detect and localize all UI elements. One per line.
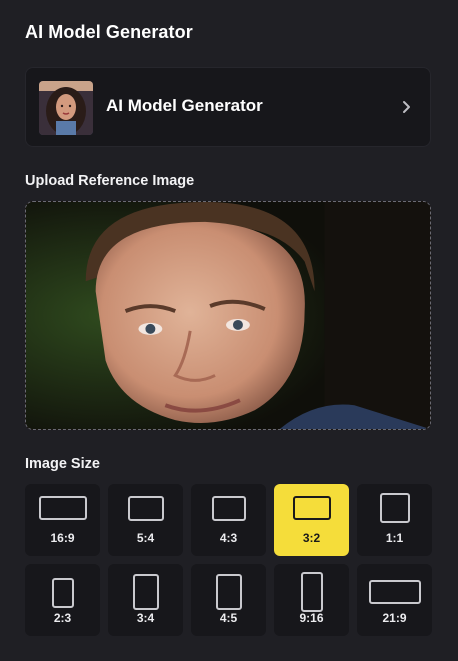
size-option-2-3[interactable]: 2:3	[25, 564, 100, 636]
aspect-1-1-icon	[379, 493, 410, 523]
size-option-label: 3:2	[302, 531, 321, 545]
panel-title: AI Model Generator	[25, 22, 193, 42]
size-option-3-4[interactable]: 3:4	[108, 564, 183, 636]
size-option-4-5[interactable]: 4:5	[191, 564, 266, 636]
size-option-21-9[interactable]: 21:9	[357, 564, 432, 636]
size-option-5-4[interactable]: 5:4	[108, 484, 183, 556]
size-option-label: 21:9	[382, 611, 407, 625]
size-option-label: 5:4	[136, 531, 155, 545]
size-option-label: 1:1	[385, 531, 404, 545]
image-size-grid: 16:9 5:4 4:3 3:2 1:1 2:3 3:4 4:5 9:16 21…	[25, 484, 433, 652]
aspect-4-3-icon	[211, 496, 246, 521]
chevron-right-icon	[400, 96, 414, 118]
size-option-label: 16:9	[50, 531, 75, 545]
aspect-3-4-icon	[132, 574, 159, 610]
aspect-9-16-icon	[300, 572, 323, 612]
generator-panel: AI Model Generator AI Model Generator Up…	[0, 0, 458, 661]
model-thumbnail	[39, 81, 93, 135]
size-option-3-2[interactable]: 3:2	[274, 484, 349, 556]
size-option-label: 9:16	[299, 611, 324, 625]
size-option-label: 4:3	[219, 531, 238, 545]
model-name: AI Model Generator	[106, 96, 263, 115]
size-option-9-16[interactable]: 9:16	[274, 564, 349, 636]
model-selector-card[interactable]: AI Model Generator	[25, 67, 431, 147]
size-option-label: 3:4	[136, 611, 155, 625]
size-option-16-9[interactable]: 16:9	[25, 484, 100, 556]
aspect-5-4-icon	[127, 496, 164, 521]
aspect-16-9-icon	[38, 496, 87, 520]
aspect-2-3-icon	[51, 578, 74, 608]
size-option-label: 2:3	[53, 611, 72, 625]
size-option-4-3[interactable]: 4:3	[191, 484, 266, 556]
aspect-3-2-icon	[292, 496, 331, 520]
aspect-4-5-icon	[215, 574, 242, 610]
reference-image-dropzone[interactable]	[25, 201, 431, 430]
size-option-1-1[interactable]: 1:1	[357, 484, 432, 556]
image-size-label: Image Size	[25, 456, 100, 472]
aspect-21-9-icon	[368, 580, 421, 604]
size-option-label: 4:5	[219, 611, 238, 625]
upload-label: Upload Reference Image	[25, 173, 195, 189]
reference-image-preview	[26, 202, 430, 429]
portrait-thumbnail-icon	[39, 81, 93, 135]
